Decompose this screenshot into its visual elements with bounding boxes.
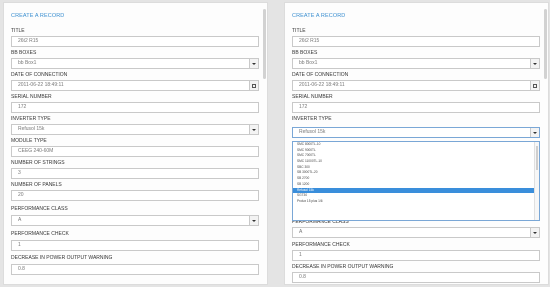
calendar-icon: [252, 83, 256, 88]
performance-class-select[interactable]: A: [292, 227, 540, 238]
chevron-down-icon: [533, 131, 537, 134]
chevron-down-icon: [252, 219, 256, 222]
bb-boxes-select[interactable]: bb Box1: [292, 58, 540, 69]
date-of-connection-value: 2011-06-22 18:49:11: [299, 82, 345, 88]
serial-number-input[interactable]: 172: [11, 102, 259, 113]
performance-class-value: A: [299, 229, 303, 235]
title-label: TITLE: [292, 28, 306, 34]
number-of-panels-input[interactable]: 20: [11, 190, 259, 201]
chevron-down-icon: [252, 62, 256, 65]
form-title: CREATE A RECORD: [11, 13, 65, 19]
performance-class-label: PERFORMANCE CLASS: [11, 206, 68, 212]
module-type-label: MODULE TYPE: [11, 138, 47, 144]
inverter-type-dropdown-button[interactable]: [249, 125, 258, 134]
calendar-button[interactable]: [249, 81, 258, 90]
chevron-down-icon: [252, 128, 256, 131]
bb-boxes-value: bb Box1: [299, 60, 318, 66]
inverter-option[interactable]: Prolux 15 plus 1/6: [293, 199, 539, 205]
bb-boxes-dropdown-button[interactable]: [530, 59, 539, 68]
bb-boxes-label: BB BOXES: [292, 50, 318, 56]
decrease-warning-input[interactable]: 0.8: [292, 272, 540, 283]
number-of-panels-label: NUMBER OF PANELS: [11, 182, 62, 188]
performance-class-dropdown-button[interactable]: [530, 228, 539, 237]
decrease-warning-label: DECREASE IN POWER OUTPUT WARNING: [292, 264, 394, 270]
performance-check-input[interactable]: 1: [11, 240, 259, 251]
chevron-down-icon: [533, 231, 537, 234]
bb-boxes-dropdown-button[interactable]: [249, 59, 258, 68]
date-of-connection-value: 2011-06-22 18:49:11: [18, 82, 64, 88]
performance-class-dropdown-button[interactable]: [249, 216, 258, 225]
module-type-input[interactable]: CEEG 240-60M: [11, 146, 259, 157]
inverter-type-dropdown-list[interactable]: SMC 8000TL-10 SMC 9000TL SMC 7000TL SMC 110…: [292, 141, 540, 221]
dropdown-scrollbar-thumb[interactable]: [536, 146, 538, 170]
title-label: TITLE: [11, 28, 25, 34]
decrease-warning-label: DECREASE IN POWER OUTPUT WARNING: [11, 255, 113, 261]
bb-boxes-select[interactable]: bb Box1: [11, 58, 259, 69]
date-of-connection-label: DATE OF CONNECTION: [292, 72, 349, 78]
decrease-warning-input[interactable]: 0.8: [11, 264, 259, 275]
scrollbar[interactable]: [544, 9, 547, 281]
dropdown-scrollbar[interactable]: [534, 142, 539, 220]
record-form-right: CREATE A RECORD TITLE 26t2 R15 BB BOXES …: [284, 2, 549, 285]
inverter-type-select[interactable]: Refusol 15k: [11, 124, 259, 135]
inverter-type-value: Refusol 15k: [299, 129, 326, 135]
inverter-type-label: INVERTER TYPE: [11, 116, 51, 122]
serial-number-input[interactable]: 172: [292, 102, 540, 113]
date-of-connection-label: DATE OF CONNECTION: [11, 72, 68, 78]
performance-class-select[interactable]: A: [11, 215, 259, 226]
title-input[interactable]: 26t2 R15: [292, 36, 540, 47]
inverter-type-label: INVERTER TYPE: [292, 116, 332, 122]
inverter-type-dropdown-button[interactable]: [530, 128, 539, 137]
scrollbar-thumb[interactable]: [544, 9, 547, 79]
scrollbar-thumb[interactable]: [263, 9, 266, 79]
date-of-connection-input[interactable]: 2011-06-22 18:49:11: [11, 80, 259, 91]
bb-boxes-value: bb Box1: [18, 60, 37, 66]
record-form-left: CREATE A RECORD TITLE 26t2 R15 BB BOXES …: [3, 2, 268, 285]
number-of-strings-input[interactable]: 3: [11, 168, 259, 179]
bb-boxes-label: BB BOXES: [11, 50, 37, 56]
serial-number-label: SERIAL NUMBER: [292, 94, 333, 100]
serial-number-label: SERIAL NUMBER: [11, 94, 52, 100]
date-of-connection-input[interactable]: 2011-06-22 18:49:11: [292, 80, 540, 91]
inverter-type-value: Refusol 15k: [18, 126, 45, 132]
inverter-options: SMC 8000TL-10 SMC 9000TL SMC 7000TL SMC 110…: [293, 142, 539, 205]
performance-class-value: A: [18, 217, 22, 223]
title-input[interactable]: 26t2 R15: [11, 36, 259, 47]
performance-check-input[interactable]: 1: [292, 250, 540, 261]
calendar-icon: [533, 83, 537, 88]
scrollbar[interactable]: [263, 9, 266, 281]
performance-check-label: PERFORMANCE CHECK: [11, 231, 69, 237]
inverter-type-select[interactable]: Refusol 15k: [292, 127, 540, 138]
form-title: CREATE A RECORD: [292, 13, 346, 19]
number-of-strings-label: NUMBER OF STRINGS: [11, 160, 65, 166]
performance-check-label: PERFORMANCE CHECK: [292, 242, 350, 248]
calendar-button[interactable]: [530, 81, 539, 90]
chevron-down-icon: [533, 62, 537, 65]
